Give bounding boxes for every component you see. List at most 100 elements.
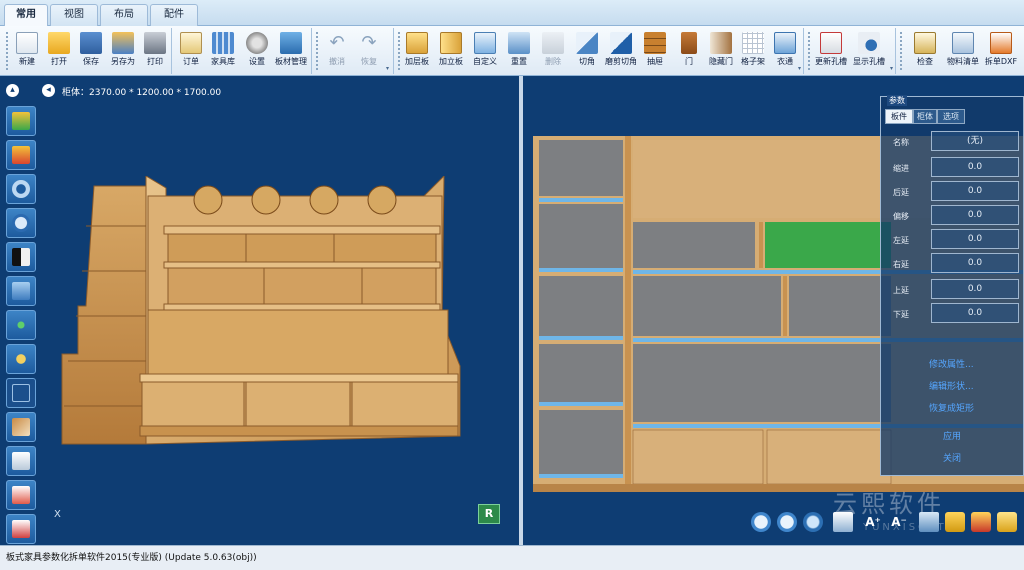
hanging-rod-icon (774, 32, 796, 54)
door-button[interactable]: 门 (672, 31, 706, 75)
material-toggle-button[interactable] (6, 242, 36, 272)
tab-options[interactable]: 选项 (937, 109, 965, 124)
export-group: 检查 物料清单 拆单DXF (898, 28, 1024, 74)
delete-button[interactable]: 删除 (536, 31, 570, 75)
add-shelf-button[interactable]: 加层板 (400, 31, 434, 75)
cabinet-dimensions: 柜体：2370.00 * 1200.00 * 1700.00 (62, 88, 222, 98)
drawer-button[interactable]: 抽屉 (638, 31, 672, 75)
top-extend-field[interactable]: 0.0 (931, 279, 1019, 299)
hole-config-button[interactable] (6, 480, 36, 510)
undo-button[interactable]: ↶ 撤消 (320, 31, 354, 75)
zoom-out-icon[interactable] (777, 512, 797, 532)
unlock-icon[interactable] (997, 512, 1017, 532)
screenshot-icon[interactable] (833, 512, 853, 532)
export-dxf-button[interactable]: 拆单DXF (984, 31, 1018, 75)
lock-icon[interactable] (945, 512, 965, 532)
zoom-button[interactable] (6, 208, 36, 238)
wireframe-button[interactable] (6, 378, 36, 408)
board-edit-button[interactable] (6, 446, 36, 476)
rotate-button[interactable] (6, 174, 36, 204)
glasses-icon (12, 350, 30, 368)
lattice-icon (742, 32, 764, 54)
settings-button[interactable]: 设置 (240, 31, 274, 75)
redo-arrow-icon: ↷ (361, 32, 377, 53)
restore-rectangle-link[interactable]: 恢复成矩形 (929, 401, 974, 414)
sign-tool-button[interactable] (6, 514, 36, 544)
trim-chamfer-button[interactable]: 磨剪切角 (604, 31, 638, 75)
update-holes-button[interactable]: 更新孔槽 (814, 31, 848, 75)
font-increase-icon[interactable]: A⁺ (863, 512, 883, 532)
tab-view[interactable]: 视图 (50, 4, 98, 26)
remove-component-button[interactable] (6, 140, 36, 170)
chamfer-button[interactable]: 切角 (570, 31, 604, 75)
apply-link[interactable]: 应用 (943, 429, 961, 442)
new-button[interactable]: 新建 (10, 31, 44, 75)
board-texture-button[interactable] (6, 412, 36, 442)
collapse-toolbox-icon[interactable]: ▴ (6, 84, 19, 97)
board-texture-icon (12, 418, 30, 436)
name-field[interactable]: (无) (931, 131, 1019, 151)
material-list-button[interactable]: 物料清单 (946, 31, 980, 75)
delete-icon (542, 32, 564, 54)
tab-board[interactable]: 板件 (885, 109, 913, 124)
chamfer-icon (576, 32, 598, 54)
puzzle-remove-icon (12, 146, 30, 164)
back-arrow-icon[interactable]: ◂ (42, 84, 55, 97)
indent-label: 缩进 (893, 164, 909, 173)
inspect-button[interactable] (6, 344, 36, 374)
fit-view-button[interactable] (6, 310, 36, 340)
expand-icon[interactable]: ▾ (888, 65, 895, 73)
open-button[interactable]: 打开 (42, 31, 76, 75)
save-as-label: 另存为 (111, 57, 135, 66)
clipboard-icon (180, 32, 202, 54)
save-as-button[interactable]: 另存为 (106, 31, 140, 75)
hidden-door-button[interactable]: 隐藏门 (704, 31, 738, 75)
check-button[interactable]: 检查 (908, 31, 942, 75)
tab-layout[interactable]: 布局 (100, 4, 148, 26)
expand-icon[interactable]: ▾ (384, 65, 391, 73)
modify-properties-link[interactable]: 修改属性... (929, 357, 974, 370)
magnifier-icon (858, 32, 880, 54)
order-button[interactable]: 订单 (174, 31, 208, 75)
check-pencil-icon (914, 32, 936, 54)
back-extend-field[interactable]: 0.0 (931, 181, 1019, 201)
zoom-magnifier-icon (12, 214, 30, 232)
x-axis-label: X (54, 509, 61, 520)
custom-button[interactable]: 自定义 (468, 31, 502, 75)
board-edit-icon (12, 452, 30, 470)
tag-icon[interactable] (919, 512, 939, 532)
save-button[interactable]: 保存 (74, 31, 108, 75)
bunk-bed-3d-model[interactable] (56, 176, 466, 466)
bottom-extend-field[interactable]: 0.0 (931, 303, 1019, 323)
add-component-button[interactable] (6, 106, 36, 136)
rotate-icon (12, 180, 30, 198)
camera-view-button[interactable] (6, 276, 36, 306)
add-vertical-board-button[interactable]: 加立板 (434, 31, 468, 75)
left-extend-field[interactable]: 0.0 (931, 229, 1019, 249)
settings-label: 设置 (249, 57, 265, 66)
view-orientation-badge[interactable]: R (478, 504, 500, 524)
furniture-library-button[interactable]: 家具库 (206, 31, 240, 75)
lattice-rack-button[interactable]: 格子架 (736, 31, 770, 75)
zoom-fit-icon[interactable] (803, 512, 823, 532)
tab-common[interactable]: 常用 (4, 4, 48, 27)
close-link[interactable]: 关闭 (943, 451, 961, 464)
tab-cabinet[interactable]: 柜体 (913, 109, 937, 124)
lock-red-icon[interactable] (971, 512, 991, 532)
font-decrease-icon[interactable]: A⁻ (889, 512, 909, 532)
show-holes-button[interactable]: 显示孔槽 (852, 31, 886, 75)
edit-shape-link[interactable]: 编辑形状... (929, 379, 974, 392)
3d-viewport[interactable]: ▴ ◂ 柜体：2370.00 * 1200.00 * 1700.00 X R (0, 76, 519, 545)
2d-elevation-view[interactable]: 参数 板件 柜体 选项 名称 (无) 缩进 0.0 后延 0.0 偏移 0.0 … (523, 76, 1024, 545)
offset-field[interactable]: 0.0 (931, 205, 1019, 225)
board-management-button[interactable]: 板材管理 (274, 31, 308, 75)
indent-field[interactable]: 0.0 (931, 157, 1019, 177)
expand-icon[interactable]: ▾ (796, 65, 803, 73)
tab-accessories[interactable]: 配件 (150, 4, 198, 26)
redo-button[interactable]: ↷ 恢复 (352, 31, 386, 75)
back-extend-label: 后延 (893, 188, 909, 197)
reset-button[interactable]: 重置 (502, 31, 536, 75)
right-extend-field[interactable]: 0.0 (931, 253, 1019, 273)
zoom-in-icon[interactable] (751, 512, 771, 532)
print-button[interactable]: 打印 (138, 31, 172, 75)
